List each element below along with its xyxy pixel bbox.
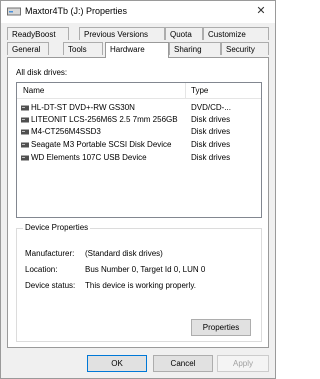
column-separator[interactable]	[185, 83, 186, 98]
location-label: Location:	[25, 265, 58, 274]
all-disk-drives-label: All disk drives:	[16, 68, 68, 77]
hardware-panel: All disk drives: Name Type HL-DT-ST DVD+…	[7, 57, 269, 348]
tab-sharing[interactable]: Sharing	[169, 42, 221, 55]
disk-drive-icon	[21, 117, 29, 123]
close-button[interactable]: ✕	[253, 4, 269, 18]
drive-row[interactable]: LITEONIT LCS-256M6S 2.5 7mm 256GB Disk d…	[17, 114, 261, 126]
ok-button[interactable]: OK	[87, 355, 147, 372]
device-status-label: Device status:	[25, 281, 76, 290]
tab-tools[interactable]: Tools	[63, 42, 103, 55]
disk-drives-list[interactable]: Name Type HL-DT-ST DVD+-RW GS30N DVD/CD-…	[16, 82, 262, 218]
drive-row[interactable]: WD Elements 107C USB Device Disk drives	[17, 152, 261, 164]
disk-drive-icon	[21, 142, 29, 148]
drive-name: M4-CT256M4SSD3	[31, 127, 101, 136]
tab-readyboost[interactable]: ReadyBoost	[7, 27, 69, 40]
properties-button[interactable]: Properties	[191, 319, 251, 336]
drive-icon	[7, 7, 21, 16]
device-properties-group: Device Properties Manufacturer: (Standar…	[16, 223, 262, 342]
drive-type: Disk drives	[191, 140, 231, 149]
disk-drive-icon	[21, 129, 29, 135]
list-header: Name Type	[17, 83, 261, 99]
apply-button[interactable]: Apply	[217, 355, 269, 372]
properties-window: Maxtor4Tb (J:) Properties ✕ ReadyBoost P…	[0, 0, 276, 379]
location-value: Bus Number 0, Target Id 0, LUN 0	[85, 265, 206, 274]
tab-customize[interactable]: Customize	[203, 27, 269, 40]
drive-type: Disk drives	[191, 127, 231, 136]
tab-previous-versions[interactable]: Previous Versions	[79, 27, 165, 40]
drive-row[interactable]: M4-CT256M4SSD3 Disk drives	[17, 126, 261, 138]
window-title: Maxtor4Tb (J:) Properties	[25, 6, 128, 16]
column-header-name[interactable]: Name	[23, 86, 44, 95]
tab-general[interactable]: General	[7, 42, 49, 55]
drive-row-selected[interactable]: Seagate M3 Portable SCSI Disk Device Dis…	[17, 139, 261, 151]
drive-type: DVD/CD-...	[191, 103, 231, 112]
title-bar: Maxtor4Tb (J:) Properties ✕	[1, 1, 275, 23]
device-status-value: This device is working properly.	[85, 281, 197, 290]
tab-quota[interactable]: Quota	[165, 27, 203, 40]
drive-name: WD Elements 107C USB Device	[31, 153, 147, 162]
drive-type: Disk drives	[191, 153, 231, 162]
disk-drive-icon	[21, 155, 29, 161]
drive-name: Seagate M3 Portable SCSI Disk Device	[31, 140, 172, 149]
drive-type: Disk drives	[191, 115, 231, 124]
tab-hardware[interactable]: Hardware	[105, 42, 169, 58]
drive-row[interactable]: HL-DT-ST DVD+-RW GS30N DVD/CD-...	[17, 102, 261, 114]
drive-name: HL-DT-ST DVD+-RW GS30N	[31, 103, 135, 112]
device-properties-title: Device Properties	[23, 223, 91, 232]
tab-security[interactable]: Security	[221, 42, 269, 55]
column-header-type[interactable]: Type	[191, 86, 208, 95]
cancel-button[interactable]: Cancel	[153, 355, 213, 372]
manufacturer-value: (Standard disk drives)	[85, 249, 163, 258]
drive-name: LITEONIT LCS-256M6S 2.5 7mm 256GB	[31, 115, 178, 124]
optical-drive-icon	[21, 105, 29, 111]
manufacturer-label: Manufacturer:	[25, 249, 75, 258]
